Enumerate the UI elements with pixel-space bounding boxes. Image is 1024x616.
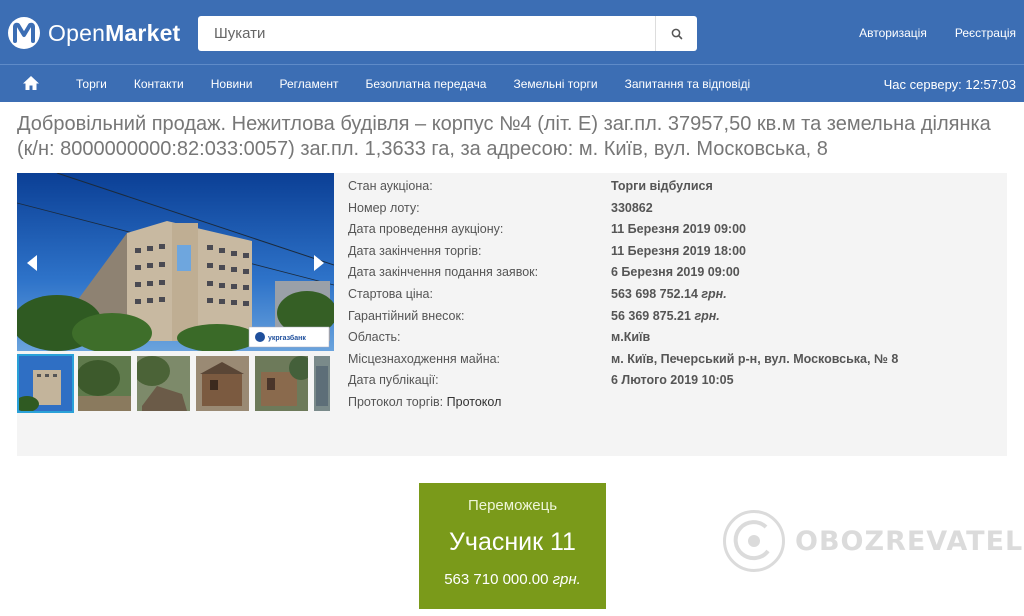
photo-thumbnail[interactable] bbox=[253, 354, 310, 413]
search-bar bbox=[198, 16, 697, 51]
nav-item-contacts[interactable]: Контакти bbox=[134, 77, 184, 91]
detail-label: Дата закінчення подання заявок: bbox=[348, 265, 539, 280]
end-date-value: 11 Березня 2019 18:00 bbox=[611, 243, 746, 258]
server-time: Час серверу: 12:57:03 bbox=[883, 77, 1016, 92]
protocol-link[interactable]: Протокол bbox=[447, 395, 502, 409]
nav-item-free-transfer[interactable]: Безоплатна передача bbox=[366, 77, 487, 91]
login-link[interactable]: Авторизація bbox=[859, 26, 927, 40]
detail-label: Гарантійний внесок: bbox=[348, 308, 465, 323]
lot-number-value: 330862 bbox=[611, 200, 653, 215]
main-nav: Торги Контакти Новини Регламент Безоплат… bbox=[0, 64, 1024, 102]
nav-item-regulations[interactable]: Регламент bbox=[280, 77, 339, 91]
photo-gallery: укргазбанк bbox=[17, 173, 334, 414]
winner-name: Учасник 11 bbox=[449, 528, 576, 556]
auction-date-value: 11 Березня 2019 09:00 bbox=[611, 222, 746, 237]
photo-thumbnail[interactable] bbox=[17, 354, 74, 413]
logo-text: OpenMarket bbox=[48, 19, 181, 46]
search-button[interactable] bbox=[655, 16, 697, 51]
detail-label: Стан аукціона: bbox=[348, 179, 433, 193]
nav-item-news[interactable]: Новини bbox=[211, 77, 253, 91]
location-value: м. Київ, Печерський р-н, вул. Московська… bbox=[611, 351, 899, 366]
register-link[interactable]: Реєстрація bbox=[955, 26, 1016, 40]
region-value: м.Київ bbox=[611, 330, 651, 345]
nav-item-faq[interactable]: Запитання та відповіді bbox=[625, 77, 751, 91]
home-icon[interactable] bbox=[22, 75, 40, 91]
nav-item-land-auctions[interactable]: Земельні торги bbox=[513, 77, 597, 91]
winner-box: Переможець Учасник 11 563 710 000.00 грн… bbox=[419, 483, 606, 609]
openmarket-logo-icon bbox=[8, 17, 40, 49]
published-date-value: 6 Лютого 2019 10:05 bbox=[611, 373, 734, 388]
top-links: Авторизація Реєстрація bbox=[859, 26, 1016, 40]
search-icon bbox=[671, 28, 682, 39]
winner-price: 563 710 000.00 грн. bbox=[444, 571, 581, 588]
photo-thumbnail[interactable] bbox=[135, 354, 192, 413]
detail-label: Протокол торгів: Протокол bbox=[348, 394, 502, 409]
photo-thumbnail[interactable] bbox=[194, 354, 251, 413]
bank-banner-text: укргазбанк bbox=[268, 334, 306, 342]
search-input[interactable] bbox=[198, 16, 655, 51]
detail-label: Місцезнаходження майна: bbox=[348, 351, 501, 366]
logo[interactable]: OpenMarket bbox=[8, 16, 180, 50]
nav-items: Торги Контакти Новини Регламент Безоплат… bbox=[76, 77, 777, 91]
start-price-value: 563 698 752.14 грн. bbox=[611, 286, 727, 301]
deposit-value: 56 369 875.21 грн. bbox=[611, 308, 720, 323]
photo-thumbnail[interactable] bbox=[312, 354, 332, 413]
detail-label: Номер лоту: bbox=[348, 200, 420, 215]
auction-status-value: Торги відбулися bbox=[611, 179, 713, 193]
photo-thumbnails bbox=[17, 354, 334, 413]
photo-thumbnail[interactable] bbox=[76, 354, 133, 413]
detail-label: Дата проведення аукціону: bbox=[348, 222, 504, 237]
nav-item-torgy[interactable]: Торги bbox=[76, 77, 107, 91]
detail-label: Стартова ціна: bbox=[348, 286, 433, 301]
main-photo[interactable]: укргазбанк bbox=[17, 173, 334, 351]
detail-label: Дата закінчення торгів: bbox=[348, 243, 482, 258]
detail-label: Дата публікації: bbox=[348, 373, 439, 388]
watermark-logo-icon bbox=[723, 510, 785, 572]
page-title: Добровільний продаж. Нежитлова будівля –… bbox=[17, 113, 991, 160]
prev-photo-arrow-icon[interactable] bbox=[25, 253, 39, 273]
detail-label: Область: bbox=[348, 330, 401, 345]
watermark: OBOZREVATEL bbox=[723, 508, 1022, 574]
next-photo-arrow-icon[interactable] bbox=[312, 253, 326, 273]
lot-info-panel: укргазбанк Стан аукціона: Торги відбулис… bbox=[17, 173, 1007, 456]
watermark-text: OBOZREVATEL bbox=[795, 525, 1024, 557]
winner-label: Переможець bbox=[467, 497, 558, 514]
application-end-date-value: 6 Березня 2019 09:00 bbox=[611, 265, 740, 280]
top-header: OpenMarket Авторизація Реєстрація bbox=[0, 0, 1024, 64]
